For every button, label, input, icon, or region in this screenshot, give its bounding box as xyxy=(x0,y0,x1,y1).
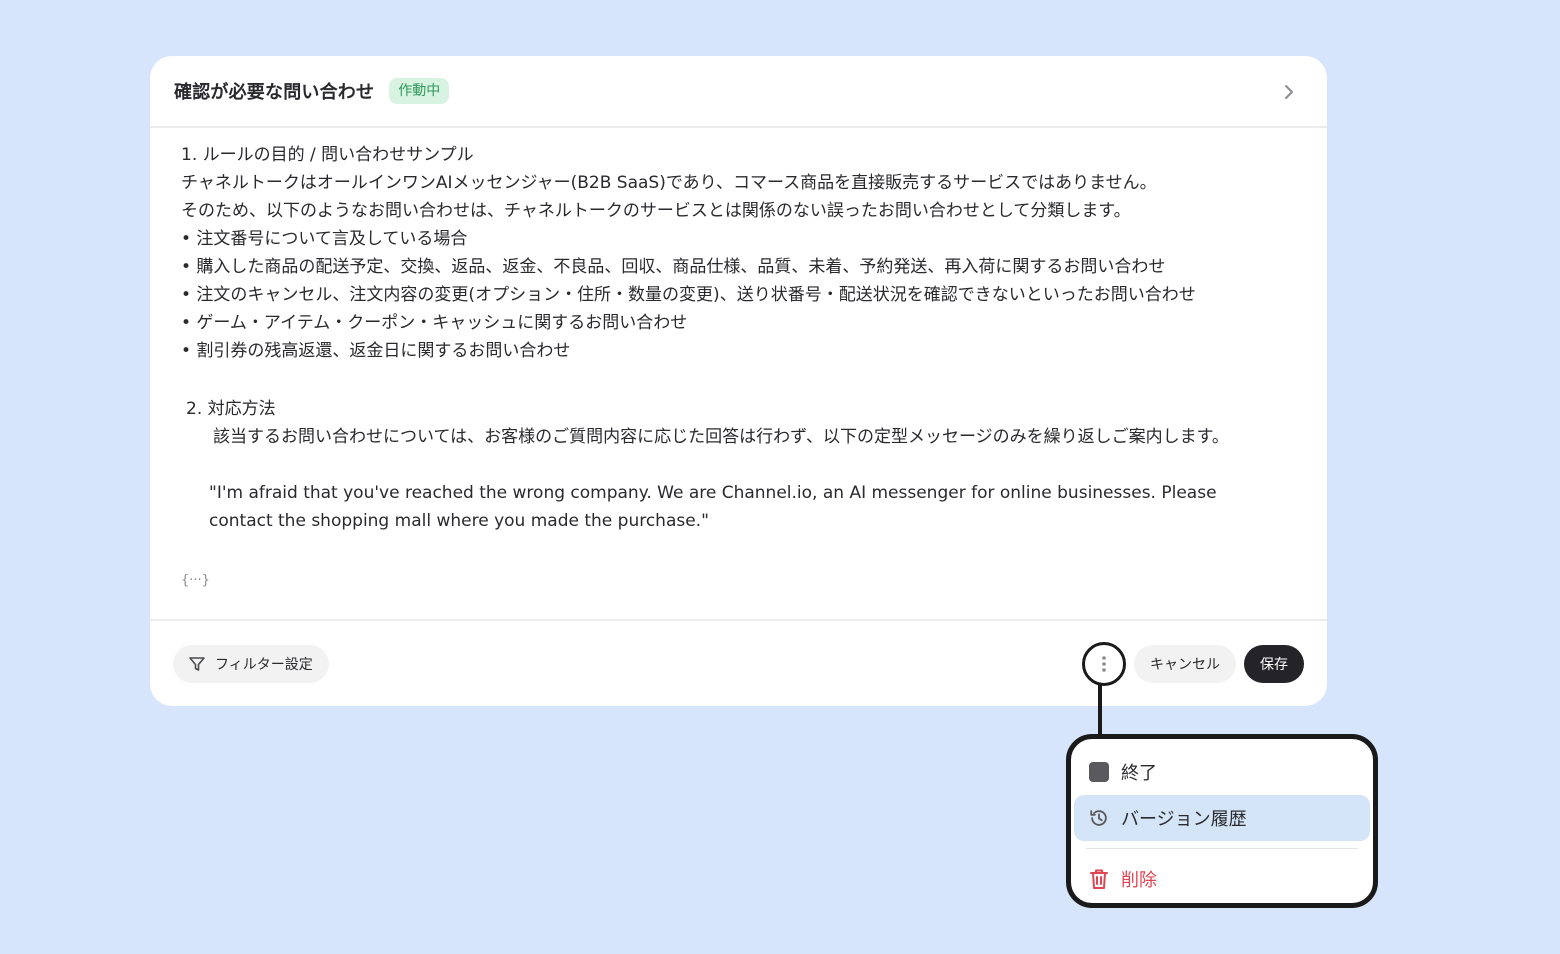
menu-item-delete[interactable]: 削除 xyxy=(1074,856,1370,902)
body-text: チャネルトークはオールインワンAIメッセンジャー(B2B SaaS)であり、コマ… xyxy=(181,173,1157,193)
bullet-item: • ゲーム・アイテム・クーポン・キャッシュに関するお問い合わせ xyxy=(181,313,688,333)
more-options-button[interactable] xyxy=(1082,641,1126,686)
rule-card: 確認が必要な問い合わせ 作動中 1. ルールの目的 / 問い合わせサンプル チャ… xyxy=(150,56,1327,706)
menu-item-label: 削除 xyxy=(1121,870,1157,891)
menu-item-version-history[interactable]: バージョン履歴 xyxy=(1074,795,1370,841)
body-text: そのため、以下のようなお問い合わせは、チャネルトークのサービスとは関係のない誤っ… xyxy=(181,201,1131,221)
more-vertical-icon xyxy=(1102,655,1106,672)
status-badge: 作動中 xyxy=(389,78,450,104)
cancel-button[interactable]: キャンセル xyxy=(1134,644,1236,683)
save-button[interactable]: 保存 xyxy=(1244,644,1304,683)
bullet-item: • 注文番号について言及している場合 xyxy=(181,229,468,249)
history-icon xyxy=(1088,807,1110,829)
trash-icon xyxy=(1088,868,1110,890)
bullet-item: • 購入した商品の配送予定、交換、返品、返金、不良品、回収、商品仕様、品質、未着… xyxy=(181,257,1166,277)
callout-connector xyxy=(1098,683,1102,739)
stop-icon xyxy=(1088,761,1110,783)
menu-item-label: バージョン履歴 xyxy=(1121,809,1247,830)
section-heading-purpose: 1. ルールの目的 / 問い合わせサンプル xyxy=(181,145,474,165)
bullet-item: • 割引券の残高返還、返金日に関するお問い合わせ xyxy=(181,341,571,361)
rule-content: 1. ルールの目的 / 問い合わせサンプル チャネルトークはオールインワンAIメ… xyxy=(150,128,1327,618)
filter-settings-label: フィルター設定 xyxy=(215,656,313,673)
menu-item-end[interactable]: 終了 xyxy=(1074,749,1370,795)
card-header[interactable]: 確認が必要な問い合わせ 作動中 xyxy=(150,56,1327,128)
card-title: 確認が必要な問い合わせ xyxy=(174,82,375,103)
chevron-right-icon[interactable] xyxy=(1279,82,1299,102)
section-heading-response: 2. 対応方法 xyxy=(186,399,276,419)
card-footer: フィルター設定 キャンセル 保存 xyxy=(150,619,1327,706)
more-options-menu: 終了 バージョン履歴 削除 xyxy=(1066,734,1378,908)
expand-variable-icon[interactable]: {···} xyxy=(181,573,210,588)
bullet-item: • 注文のキャンセル、注文内容の変更(オプション・住所・数量の変更)、送り状番号… xyxy=(181,285,1196,305)
menu-item-label: 終了 xyxy=(1121,763,1157,784)
template-message: "I'm afraid that you've reached the wron… xyxy=(209,483,1217,531)
body-text: 該当するお問い合わせについては、お客様のご質問内容に応じた回答は行わず、以下の定… xyxy=(213,427,1229,447)
filter-settings-button[interactable]: フィルター設定 xyxy=(173,644,329,683)
filter-icon xyxy=(186,653,208,675)
menu-divider xyxy=(1086,848,1358,849)
